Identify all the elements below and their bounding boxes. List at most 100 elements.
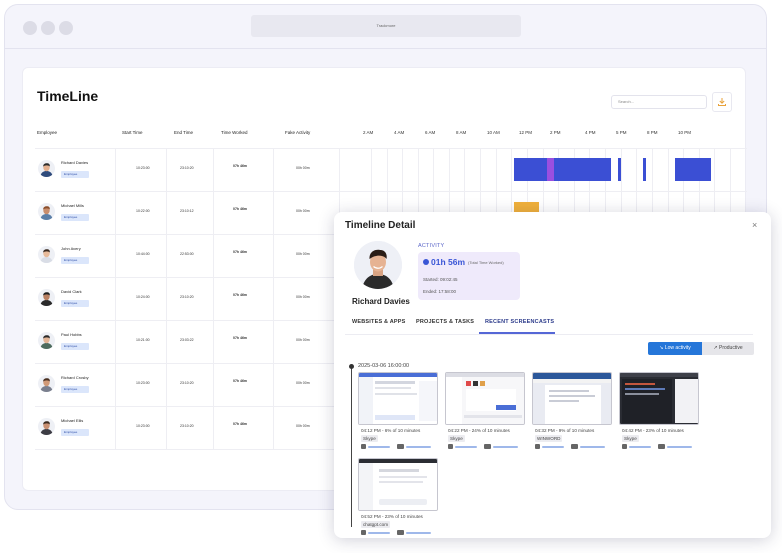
- window-minimize-dot[interactable]: [41, 21, 55, 35]
- fake-activity: 00h 00m: [296, 295, 310, 299]
- activity-bar[interactable]: [554, 158, 611, 181]
- time-worked: 07h 46m: [233, 250, 248, 254]
- download-button[interactable]: [712, 92, 732, 112]
- timeline-detail-modal: Timeline Detail × Richard Davies ACTIVIT…: [334, 212, 771, 538]
- low-activity-toggle[interactable]: ↘ Low activity: [648, 342, 702, 355]
- hour-label: 4 PM: [585, 130, 596, 135]
- start-time: 10:44:00: [136, 252, 150, 256]
- avatar: [38, 418, 55, 435]
- start-time: 10:23:00: [136, 166, 150, 170]
- mouse-icon: [535, 444, 540, 449]
- screencast-thumbnail[interactable]: [532, 372, 612, 425]
- employee-name: Paul Hobbs: [61, 332, 82, 337]
- start-time: 10:23:00: [136, 424, 150, 428]
- mouse-icon: [622, 444, 627, 449]
- avatar: [354, 241, 402, 289]
- activity-bar[interactable]: [618, 158, 621, 181]
- screencast-time: 04:12 PM - 6% of 10 minutes: [361, 428, 421, 433]
- tab-divider: [345, 334, 753, 335]
- end-time: 22:53:00: [180, 252, 194, 256]
- keyboard-icon: [484, 444, 491, 449]
- role-badge: Employee: [61, 214, 89, 221]
- mouse-icon: [361, 530, 366, 535]
- app-tag: Skype: [448, 435, 465, 442]
- total-time-note: (Total Time Worked): [468, 260, 504, 265]
- role-badge: Employee: [61, 171, 89, 178]
- app-tag: Skype: [361, 435, 378, 442]
- timeline-rail: [351, 367, 352, 527]
- screencast-thumbnail[interactable]: [445, 372, 525, 425]
- column-divider: [273, 148, 274, 449]
- end-time: 23:10:12: [180, 209, 194, 213]
- hour-label: 5 PM: [616, 130, 627, 135]
- mouse-activity-bar: [368, 445, 390, 448]
- screencast-time: 04:52 PM - 23% of 10 minutes: [361, 514, 423, 519]
- screencast-time: 04:42 PM - 23% of 10 minutes: [622, 428, 684, 433]
- tab-recent-screencasts[interactable]: RECENT SCREENCASTS: [485, 319, 554, 325]
- avatar: [38, 246, 55, 263]
- end-time: 23:10:20: [180, 424, 194, 428]
- hour-label: 8 AM: [456, 130, 467, 135]
- col-start: Start Time: [122, 130, 143, 135]
- app-tag: Skype: [622, 435, 639, 442]
- productive-label: Productive: [718, 345, 743, 351]
- employee-name: Richard Crosby: [61, 375, 89, 380]
- tab-projects-tasks[interactable]: PROJECTS & TASKS: [416, 319, 474, 325]
- activity-bar[interactable]: [675, 158, 711, 181]
- role-badge: Employee: [61, 300, 89, 307]
- col-end: End Time: [174, 130, 194, 135]
- mouse-icon: [448, 444, 453, 449]
- row-divider: [35, 191, 747, 192]
- window-close-dot[interactable]: [23, 21, 37, 35]
- page-title: TimeLine: [37, 88, 99, 104]
- keyboard-icon: [571, 444, 578, 449]
- productive-toggle[interactable]: ↗ Productive: [702, 342, 754, 355]
- app-tag: WINWORD: [535, 435, 563, 442]
- fake-activity: 00h 00m: [296, 166, 310, 170]
- keyboard-activity-bar: [406, 531, 431, 534]
- fake-activity: 00h 00m: [296, 209, 310, 213]
- end-time: 23:10:20: [180, 295, 194, 299]
- screencast-thumbnail[interactable]: [358, 372, 438, 425]
- keyboard-activity-bar: [667, 445, 692, 448]
- column-divider: [166, 148, 167, 449]
- window-maximize-dot[interactable]: [59, 21, 73, 35]
- activity-bar[interactable]: [643, 158, 646, 181]
- hour-label: 4 AM: [394, 130, 405, 135]
- row-divider: [35, 148, 747, 149]
- screencast-thumbnail[interactable]: [619, 372, 699, 425]
- tab-websites-apps[interactable]: WEBSITES & APPS: [352, 319, 406, 325]
- time-worked: 07h 46m: [233, 422, 248, 426]
- col-employee: Employee: [37, 130, 58, 135]
- activity-bar[interactable]: [514, 158, 547, 181]
- column-divider: [115, 148, 116, 449]
- keyboard-activity-bar: [406, 445, 431, 448]
- time-worked: 07h 46m: [233, 207, 248, 211]
- activity-summary: 01h 56m (Total Time Worked) Started: 09:…: [418, 252, 520, 300]
- keyboard-icon: [658, 444, 665, 449]
- activity-label: ACTIVITY: [418, 243, 445, 249]
- role-badge: Employee: [61, 386, 89, 393]
- hour-label: 2 PM: [550, 130, 561, 135]
- close-icon[interactable]: ×: [752, 220, 757, 230]
- hour-label: 8 PM: [647, 130, 658, 135]
- employee-name: Michael Mills: [61, 203, 84, 208]
- address-bar[interactable]: Trackmore: [251, 15, 521, 37]
- screencast-date: 2025-03-06 16:00:00: [358, 363, 410, 369]
- end-time: 23:03:22: [180, 338, 194, 342]
- modal-title: Timeline Detail: [345, 220, 416, 231]
- screencast-thumbnail[interactable]: [358, 458, 438, 511]
- column-divider: [213, 148, 214, 449]
- person-name: Richard Davies: [352, 297, 410, 306]
- mouse-activity-bar: [368, 531, 390, 534]
- start-time: 10:21:00: [136, 338, 150, 342]
- keyboard-icon: [397, 530, 404, 535]
- keyboard-icon: [397, 444, 404, 449]
- activity-bar[interactable]: [547, 158, 554, 181]
- mouse-activity-bar: [455, 445, 477, 448]
- hour-label: 12 PM: [519, 130, 533, 135]
- start-time: 10:23:00: [136, 381, 150, 385]
- low-activity-label: Low activity: [664, 345, 691, 351]
- search-input[interactable]: Search...: [611, 95, 707, 109]
- avatar: [38, 332, 55, 349]
